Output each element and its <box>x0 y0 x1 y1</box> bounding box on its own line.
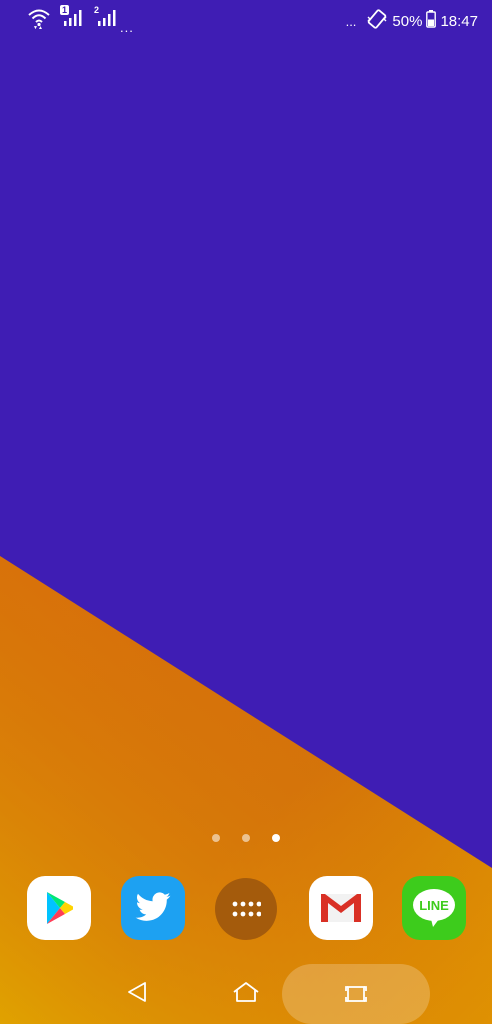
recents-button[interactable] <box>282 964 430 1024</box>
status-right: ... 50% 18:47 <box>346 8 478 34</box>
battery-percent: 50% <box>392 12 423 30</box>
navigation-bar <box>0 960 492 1024</box>
page-dot-3[interactable] <box>272 834 280 842</box>
wallpaper-graphic <box>0 0 492 1024</box>
status-bar: ▼▲ 1 2 ... ... 50% 18:47 <box>0 0 492 40</box>
battery-icon <box>426 10 437 32</box>
sim1-signal-icon: 1 <box>60 5 84 27</box>
app-drawer-button[interactable] <box>215 878 277 940</box>
dock: LINE <box>0 876 492 942</box>
vibrate-icon <box>366 8 388 34</box>
wallpaper <box>0 0 492 1024</box>
notification-overflow: ... <box>120 20 134 35</box>
back-icon <box>128 982 146 1002</box>
svg-text:▼▲: ▼▲ <box>33 25 43 29</box>
line-app-icon[interactable]: LINE <box>402 876 466 940</box>
home-icon <box>233 982 259 1002</box>
clock: 18:47 <box>440 12 478 30</box>
play-store-app-icon[interactable] <box>27 876 91 940</box>
recents-icon <box>345 986 367 1002</box>
line-app-label: LINE <box>419 898 449 913</box>
status-left: ▼▲ 1 2 <box>28 5 118 34</box>
gmail-app-icon[interactable] <box>309 876 373 940</box>
more-indicator: ... <box>345 13 357 29</box>
home-button[interactable] <box>220 960 272 1024</box>
page-dot-2[interactable] <box>242 834 250 842</box>
sim2-signal-icon: 2 <box>94 5 118 27</box>
twitter-app-icon[interactable] <box>121 876 185 940</box>
page-dot-1[interactable] <box>212 834 220 842</box>
back-button[interactable] <box>112 960 162 1024</box>
wifi-icon: ▼▲ <box>28 7 50 34</box>
page-indicator <box>0 834 492 842</box>
